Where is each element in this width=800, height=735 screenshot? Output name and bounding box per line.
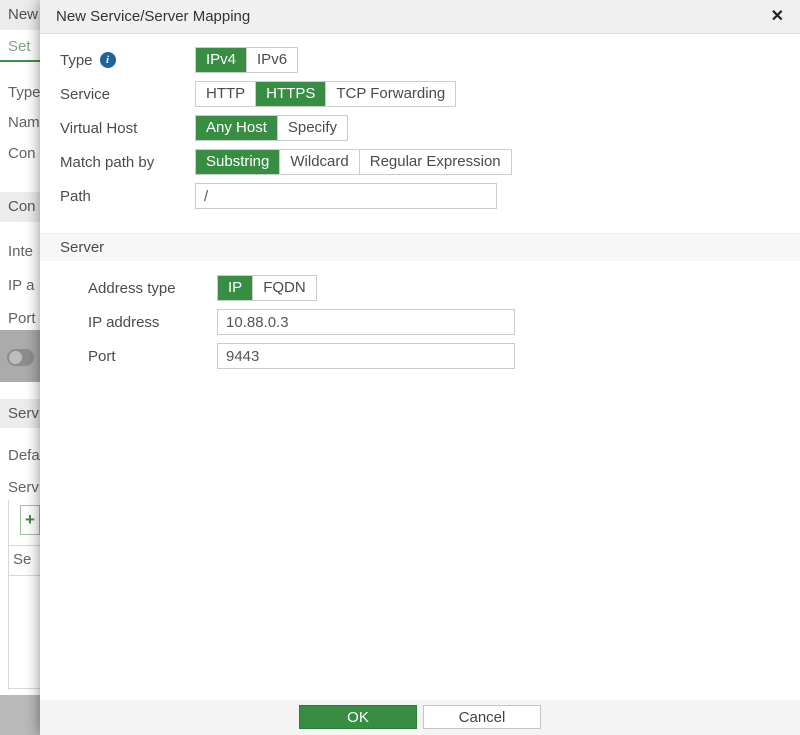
match-path-option-wildcard[interactable]: Wildcard — [279, 150, 358, 174]
match-path-by-row: Match path by Substring Wildcard Regular… — [40, 149, 800, 175]
virtual-host-option-any-host[interactable]: Any Host — [196, 116, 277, 140]
ip-address-label-wrap: IP address — [88, 314, 217, 331]
match-path-option-regular-expression[interactable]: Regular Expression — [359, 150, 511, 174]
address-type-segmented-control: IP FQDN — [217, 275, 317, 301]
virtual-host-label-wrap: Virtual Host — [60, 120, 195, 137]
mapping-form: Type i IPv4 IPv6 Service HTTP HTTPS TCP … — [40, 34, 800, 369]
plus-icon: + — [25, 510, 35, 529]
address-type-option-ip[interactable]: IP — [218, 276, 252, 300]
background-dialog-title: New — [0, 0, 40, 30]
background-toggle-band — [0, 330, 40, 382]
background-label-server: Serv — [8, 479, 39, 496]
background-table-border — [8, 500, 9, 690]
background-label-con: Con — [8, 145, 36, 162]
dialog-titlebar: New Service/Server Mapping ✕ — [40, 0, 800, 34]
background-label-interface: Inte — [8, 243, 33, 260]
ip-address-input[interactable] — [217, 309, 515, 335]
port-label: Port — [88, 348, 116, 365]
server-section-header: Server — [40, 233, 800, 261]
add-button[interactable]: + — [20, 505, 40, 535]
background-label-name: Nam — [8, 114, 40, 131]
address-type-option-fqdn[interactable]: FQDN — [252, 276, 316, 300]
port-input[interactable] — [217, 343, 515, 369]
service-label: Service — [60, 86, 110, 103]
type-label: Type — [60, 52, 93, 69]
close-icon[interactable]: ✕ — [771, 0, 784, 33]
type-option-ipv4[interactable]: IPv4 — [196, 48, 246, 72]
port-label-wrap: Port — [88, 348, 217, 365]
new-service-server-mapping-dialog: New Service/Server Mapping ✕ Type i IPv4… — [40, 0, 800, 735]
background-label-port: Port — [8, 310, 36, 327]
type-option-ipv6[interactable]: IPv6 — [246, 48, 297, 72]
screen: New Set Type Nam Con Con Inte IP a Port … — [0, 0, 800, 735]
cancel-button[interactable]: Cancel — [423, 705, 541, 729]
toggle-switch[interactable] — [7, 349, 34, 366]
service-option-https[interactable]: HTTPS — [255, 82, 325, 106]
background-footer-bar — [0, 695, 40, 735]
service-option-tcp-forwarding[interactable]: TCP Forwarding — [325, 82, 455, 106]
service-row: Service HTTP HTTPS TCP Forwarding — [40, 81, 800, 107]
address-type-row: Address type IP FQDN — [40, 275, 800, 301]
match-path-by-label-wrap: Match path by — [60, 154, 195, 171]
port-row: Port — [40, 343, 800, 369]
service-option-http[interactable]: HTTP — [196, 82, 255, 106]
background-label-default: Defa — [8, 447, 40, 464]
service-segmented-control: HTTP HTTPS TCP Forwarding — [195, 81, 456, 107]
path-input[interactable] — [195, 183, 497, 209]
path-row: Path — [40, 183, 800, 209]
path-label: Path — [60, 188, 91, 205]
dialog-title: New Service/Server Mapping — [56, 8, 250, 25]
path-label-wrap: Path — [60, 188, 195, 205]
background-section-header-1: Con — [0, 192, 40, 222]
type-label-wrap: Type i — [60, 52, 195, 69]
virtual-host-label: Virtual Host — [60, 120, 137, 137]
background-table-line-3 — [8, 688, 40, 689]
address-type-label-wrap: Address type — [88, 280, 217, 297]
background-label-type: Type — [8, 84, 40, 101]
service-label-wrap: Service — [60, 86, 195, 103]
match-path-option-substring[interactable]: Substring — [196, 150, 279, 174]
virtual-host-row: Virtual Host Any Host Specify — [40, 115, 800, 141]
match-path-by-label: Match path by — [60, 154, 154, 171]
background-table-header: Se — [13, 551, 31, 568]
dialog-footer: OK Cancel — [40, 700, 800, 735]
background-section-header-2: Serv — [0, 399, 40, 428]
virtual-host-option-specify[interactable]: Specify — [277, 116, 347, 140]
address-type-label: Address type — [88, 280, 176, 297]
background-page: New Set Type Nam Con Con Inte IP a Port … — [0, 0, 40, 735]
ip-address-label: IP address — [88, 314, 159, 331]
background-table-line-1 — [8, 545, 40, 546]
background-table-line-2 — [8, 575, 40, 576]
type-row: Type i IPv4 IPv6 — [40, 47, 800, 73]
info-icon[interactable]: i — [100, 52, 116, 68]
ip-address-row: IP address — [40, 309, 800, 335]
match-path-by-segmented-control: Substring Wildcard Regular Expression — [195, 149, 512, 175]
type-segmented-control: IPv4 IPv6 — [195, 47, 298, 73]
toggle-knob — [9, 351, 22, 364]
background-tab-underline — [0, 60, 40, 62]
background-tab-settings[interactable]: Set — [8, 38, 31, 55]
ok-button[interactable]: OK — [299, 705, 417, 729]
virtual-host-segmented-control: Any Host Specify — [195, 115, 348, 141]
background-label-ip: IP a — [8, 277, 34, 294]
